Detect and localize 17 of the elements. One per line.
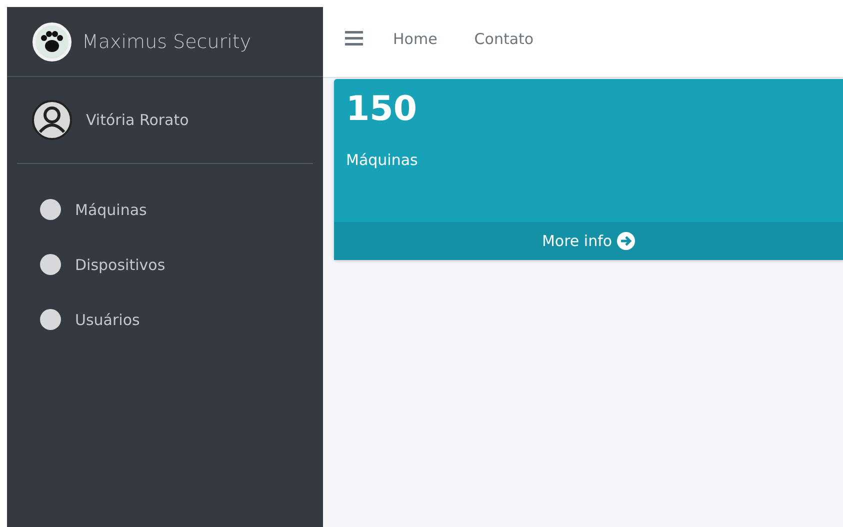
paw-logo-icon	[32, 22, 72, 62]
brand-title[interactable]: Maximus Security	[82, 30, 252, 52]
sidebar-item[interactable]: Máquinas	[7, 182, 323, 237]
sidebar-item[interactable]: Dispositivos	[7, 237, 323, 292]
user-avatar-icon	[32, 100, 72, 140]
sidebar-item[interactable]: Usuários	[7, 292, 323, 347]
user-name[interactable]: Vitória Rorato	[86, 111, 189, 129]
circle-icon	[40, 199, 61, 220]
nav-link[interactable]: Home	[393, 30, 438, 48]
stat-label: Máquinas	[346, 151, 419, 169]
nav-link[interactable]: Contato	[474, 30, 534, 48]
arrow-circle-icon	[617, 232, 636, 250]
circle-icon	[40, 309, 61, 330]
circle-icon	[40, 254, 61, 275]
more-info-link[interactable]: More info	[334, 222, 843, 260]
menu-button[interactable]	[345, 31, 363, 46]
stat-value: 150	[346, 89, 418, 129]
